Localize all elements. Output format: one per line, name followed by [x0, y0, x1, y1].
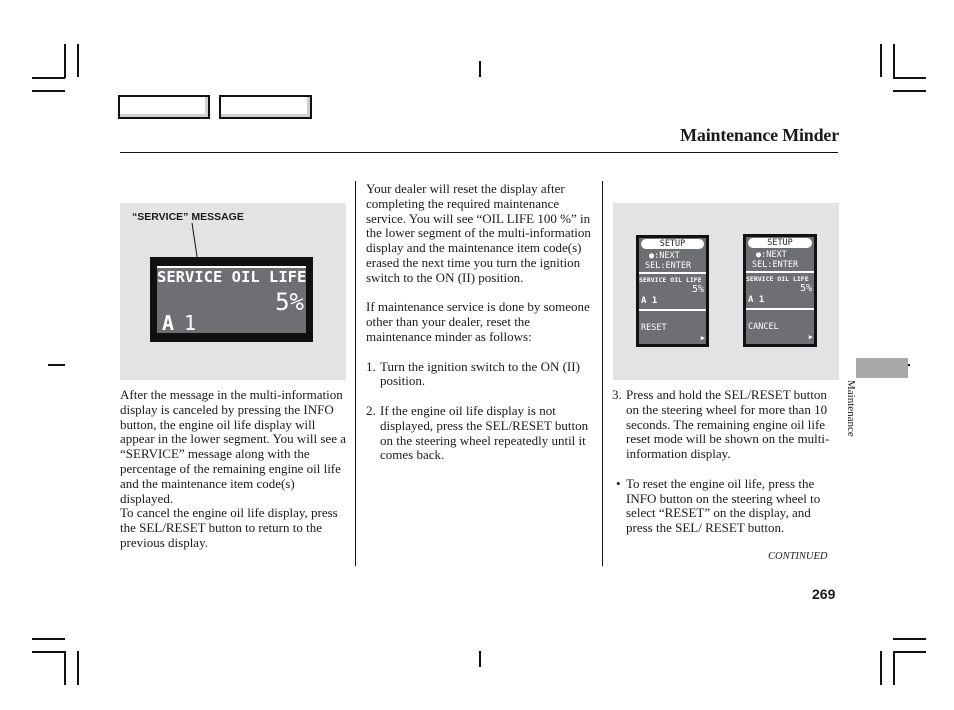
setup-pill: SETUP	[748, 238, 812, 248]
continued-label: CONTINUED	[768, 551, 828, 562]
column-3-text: 3. Press and hold the SEL/RESET button o…	[612, 387, 834, 536]
lcd-option-cancel[interactable]: CANCEL	[748, 322, 779, 332]
bullet-item: • To reset the engine oil life, press th…	[612, 475, 834, 536]
lcd-enter-label: SEL:ENTER	[645, 261, 692, 271]
list-item: 1. Turn the ignition switch to the ON (I…	[366, 358, 596, 390]
lcd-option-reset[interactable]: RESET	[641, 323, 667, 333]
lcd-service-oil-life: SERVICE OIL LIFE	[746, 275, 809, 283]
header-tab-box-2	[219, 95, 312, 119]
paragraph: To cancel the engine oil life display, p…	[120, 505, 338, 550]
lcd-service-oil-life: SERVICE OIL LIFE	[639, 276, 702, 284]
step-number: 3.	[612, 387, 622, 402]
service-message-figure: “SERVICE” MESSAGE SERVICE OIL LIFE 5% A …	[120, 203, 346, 380]
lcd-next-label: :NEXT	[654, 251, 680, 261]
lcd-percent: 5%	[691, 284, 704, 295]
paragraph: After the message in the multi-informati…	[120, 387, 347, 506]
step-number: 2.	[366, 402, 376, 418]
paragraph: If maintenance service is done by someon…	[366, 299, 590, 344]
lcd-display: SERVICE OIL LIFE 5% A 1	[150, 257, 313, 342]
setup-pill: SETUP	[641, 239, 704, 249]
column-2-text: Your dealer will reset the display after…	[366, 181, 596, 463]
lcd-next-label: :NEXT	[761, 250, 787, 260]
paragraph: Your dealer will reset the display after…	[366, 181, 591, 285]
bullet-mark: •	[616, 475, 621, 491]
column-divider-1	[355, 181, 356, 566]
lcd-enter-label: SEL:ENTER	[752, 260, 799, 270]
step-text: Turn the ignition switch to the ON (II) …	[380, 358, 580, 389]
lcd-code-letter: A	[162, 311, 175, 335]
header-rule	[120, 152, 838, 153]
list-item: 3. Press and hold the SEL/RESET button o…	[612, 387, 834, 462]
section-side-label: Maintenance	[845, 380, 857, 437]
lcd-code: A 1	[748, 295, 765, 305]
page-title: Maintenance Minder	[680, 125, 839, 145]
step-number: 1.	[366, 358, 376, 374]
lcd-cancel-display: SETUP ●:NEXT SEL:ENTER SERVICE OIL LIFE …	[743, 234, 817, 347]
step-text: Press and hold the SEL/RESET button on t…	[626, 387, 830, 462]
lcd-code-number: 1	[184, 311, 197, 335]
section-side-tab	[856, 358, 908, 378]
list-item: 2. If the engine oil life display is not…	[366, 402, 596, 463]
column-1-text: After the message in the multi-informati…	[120, 387, 347, 551]
lcd-oil-percent: 5%	[275, 288, 304, 316]
header-tab-box-1	[118, 95, 210, 119]
lcd-code: A 1	[641, 296, 658, 306]
page-number: 269	[812, 586, 836, 602]
arrow-right-icon: ▶	[700, 334, 705, 342]
reset-mode-figure: SETUP ●:NEXT SEL:ENTER SERVICE OIL LIFE …	[613, 203, 839, 380]
column-divider-2	[602, 181, 603, 566]
lcd-line-service-oil-life: SERVICE OIL LIFE	[157, 268, 307, 286]
bullet-text: To reset the engine oil life, press the …	[626, 475, 821, 536]
lcd-reset-display: SETUP ●:NEXT SEL:ENTER SERVICE OIL LIFE …	[636, 235, 709, 347]
arrow-right-icon: ▶	[808, 333, 813, 341]
step-text: If the engine oil life display is not di…	[380, 402, 589, 463]
lcd-percent: 5%	[799, 283, 812, 294]
